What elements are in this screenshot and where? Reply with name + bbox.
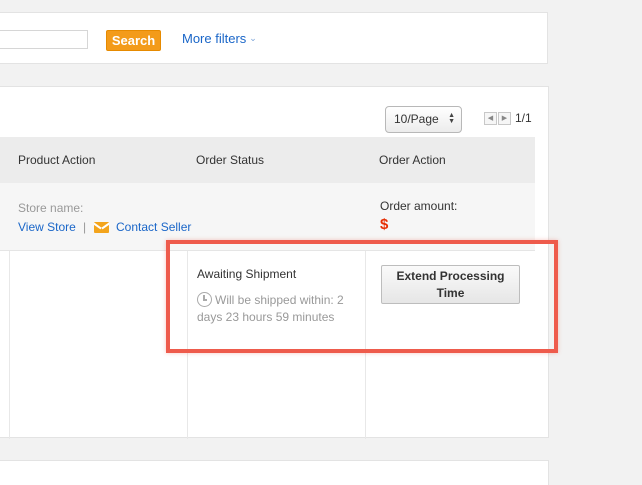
search-input[interactable] bbox=[0, 30, 88, 49]
page-size-value: 10/Page bbox=[394, 112, 439, 126]
filter-bar: Search More filters ⌄ bbox=[0, 12, 548, 64]
column-divider bbox=[9, 251, 10, 439]
contact-seller-link[interactable]: Contact Seller bbox=[116, 220, 191, 234]
table-header: Product Action Order Status Order Action bbox=[0, 137, 535, 183]
column-header-order-action: Order Action bbox=[379, 153, 446, 167]
column-header-product-action: Product Action bbox=[18, 153, 96, 167]
envelope-icon[interactable] bbox=[94, 222, 109, 233]
more-filters-label: More filters bbox=[182, 31, 247, 46]
page-size-select[interactable]: 10/Page ▲ ▼ bbox=[385, 106, 462, 133]
page-info: 1/1 bbox=[515, 111, 532, 125]
order-amount-value: $ bbox=[380, 216, 389, 233]
view-store-link[interactable]: View Store bbox=[18, 220, 76, 234]
highlight-box bbox=[166, 240, 558, 353]
order-amount-label: Order amount: bbox=[380, 199, 458, 213]
prev-page-button[interactable]: ◀ bbox=[484, 112, 497, 125]
next-order-panel bbox=[0, 460, 549, 485]
chevron-down-icon: ⌄ bbox=[249, 33, 257, 43]
select-arrows-icon: ▲ ▼ bbox=[448, 112, 455, 125]
more-filters-link[interactable]: More filters ⌄ bbox=[182, 31, 257, 46]
next-page-button[interactable]: ▶ bbox=[498, 112, 511, 125]
link-separator: | bbox=[83, 220, 87, 234]
column-header-order-status: Order Status bbox=[196, 153, 265, 167]
search-button[interactable]: Search bbox=[106, 30, 161, 51]
store-name-label: Store name: bbox=[18, 201, 84, 215]
